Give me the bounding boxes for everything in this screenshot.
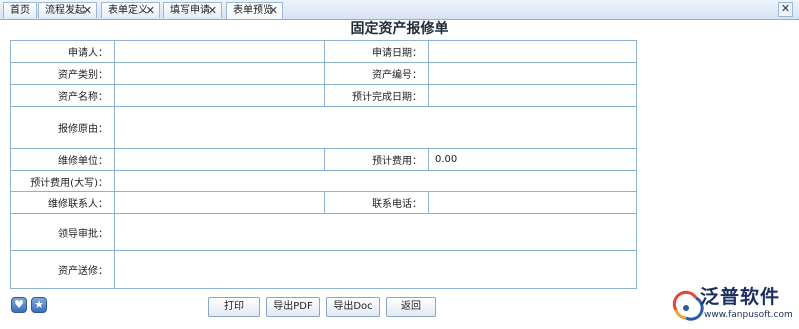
leader-approval-label: 领导审批： bbox=[10, 213, 115, 251]
repair-unit-label: 维修单位： bbox=[10, 148, 115, 171]
repair-reason-field[interactable] bbox=[114, 106, 637, 149]
table-row: 资产送修： bbox=[10, 250, 637, 289]
repair-contact-field[interactable] bbox=[114, 191, 325, 214]
expected-finish-field[interactable] bbox=[428, 84, 637, 107]
asset-name-field[interactable] bbox=[114, 84, 325, 107]
table-row: 预计费用(大写)： bbox=[10, 170, 637, 192]
table-row: 维修联系人： 联系电话： bbox=[10, 191, 637, 214]
close-icon[interactable]: ✕ bbox=[208, 3, 217, 18]
tab-label: 表单定义 bbox=[108, 5, 148, 16]
brand-url: www.fanpusoft.com bbox=[704, 310, 793, 320]
tab-home[interactable]: 首页 bbox=[3, 2, 37, 18]
expected-cost-caps-field[interactable] bbox=[114, 170, 637, 192]
table-row: 申请人： 申请日期： bbox=[10, 40, 637, 63]
asset-number-field[interactable] bbox=[428, 62, 637, 85]
asset-send-label: 资产送修： bbox=[10, 250, 115, 289]
asset-send-field[interactable] bbox=[114, 250, 637, 289]
apply-date-field[interactable] bbox=[428, 40, 637, 63]
table-row: 领导审批： bbox=[10, 213, 637, 251]
tab-fill-application[interactable]: 填写申请 ✕ bbox=[163, 2, 222, 18]
form-preview-area: 固定资产报修单 申请人： 申请日期： 资产类别： 资产编号： 资产名称： 预计完… bbox=[0, 20, 799, 329]
close-icon[interactable]: ✕ bbox=[146, 3, 155, 18]
expected-finish-label: 预计完成日期： bbox=[324, 84, 429, 107]
star-icon[interactable]: ★ bbox=[31, 297, 47, 313]
tab-form-definition[interactable]: 表单定义 ✕ bbox=[101, 2, 160, 18]
repair-form-table: 申请人： 申请日期： 资产类别： 资产编号： 资产名称： 预计完成日期： 报修原… bbox=[10, 40, 637, 289]
back-button[interactable]: 返回 bbox=[386, 297, 436, 317]
close-icon[interactable]: ✕ bbox=[83, 3, 92, 18]
repair-reason-label: 报修原由： bbox=[10, 106, 115, 149]
close-icon[interactable]: ✕ bbox=[269, 3, 278, 18]
leader-approval-field[interactable] bbox=[114, 213, 637, 251]
print-button[interactable]: 打印 bbox=[208, 297, 260, 317]
asset-name-label: 资产名称： bbox=[10, 84, 115, 107]
brand-name: 泛普软件 bbox=[700, 286, 781, 308]
asset-category-label: 资产类别： bbox=[10, 62, 115, 85]
tab-label: 流程发起 bbox=[45, 5, 85, 16]
tab-bar: 首页 流程发起 ✕ 表单定义 ✕ 填写申请 ✕ 表单预览 ✕ ✕ bbox=[0, 0, 799, 20]
window-close-icon[interactable]: ✕ bbox=[778, 2, 793, 17]
applicant-label: 申请人： bbox=[10, 40, 115, 63]
contact-phone-field[interactable] bbox=[428, 191, 637, 214]
tab-form-preview[interactable]: 表单预览 ✕ bbox=[226, 2, 283, 19]
tab-label: 首页 bbox=[10, 5, 30, 16]
table-row: 报修原由： bbox=[10, 106, 637, 149]
page-title: 固定资产报修单 bbox=[350, 21, 449, 37]
repair-contact-label: 维修联系人： bbox=[10, 191, 115, 214]
repair-unit-field[interactable] bbox=[114, 148, 325, 171]
table-row: 资产名称： 预计完成日期： bbox=[10, 84, 637, 107]
apply-date-label: 申请日期： bbox=[324, 40, 429, 63]
expected-cost-caps-label: 预计费用(大写)： bbox=[10, 170, 115, 192]
asset-category-field[interactable] bbox=[114, 62, 325, 85]
contact-phone-label: 联系电话： bbox=[324, 191, 429, 214]
export-doc-button[interactable]: 导出Doc bbox=[326, 297, 380, 317]
expected-cost-label: 预计费用： bbox=[324, 148, 429, 171]
export-pdf-button[interactable]: 导出PDF bbox=[266, 297, 320, 317]
tab-process-start[interactable]: 流程发起 ✕ bbox=[38, 2, 97, 18]
asset-number-label: 资产编号： bbox=[324, 62, 429, 85]
tab-label: 填写申请 bbox=[170, 5, 210, 16]
expected-cost-field[interactable]: 0.00 bbox=[428, 148, 637, 171]
tab-label: 表单预览 bbox=[233, 5, 273, 16]
table-row: 资产类别： 资产编号： bbox=[10, 62, 637, 85]
table-row: 维修单位： 预计费用： 0.00 bbox=[10, 148, 637, 171]
heart-icon[interactable]: ♥ bbox=[11, 297, 27, 313]
applicant-field[interactable] bbox=[114, 40, 325, 63]
